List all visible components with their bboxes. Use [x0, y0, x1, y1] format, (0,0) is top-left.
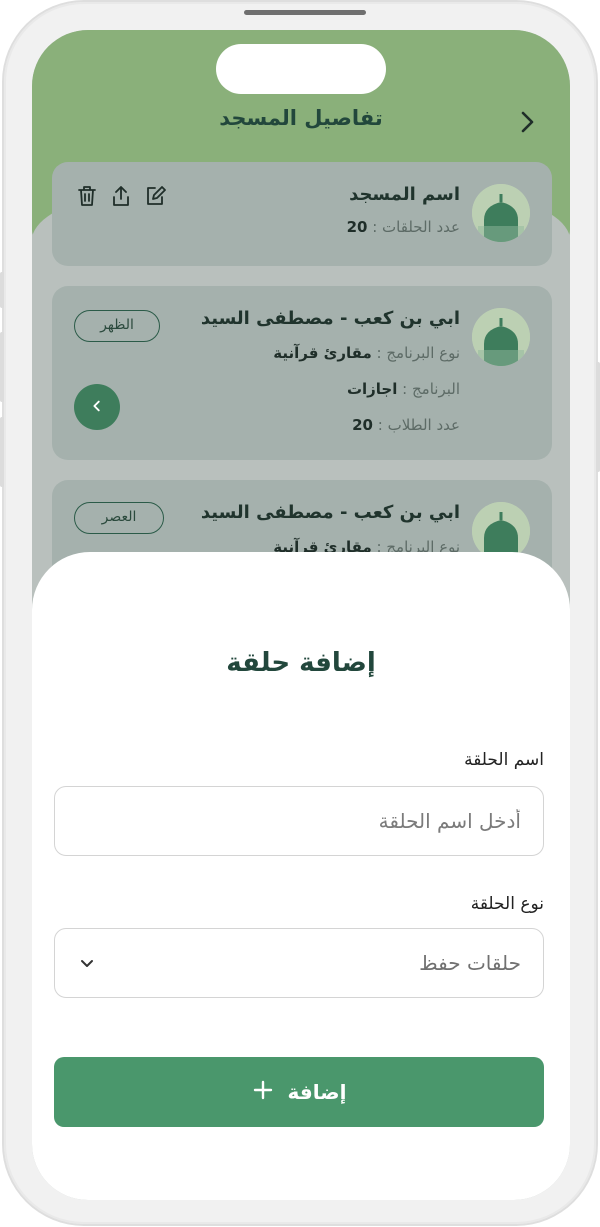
circle-type-value: حلقات حفظ	[419, 951, 521, 975]
circle-program-type: نوع البرنامج : مقارئ قرآنية	[273, 344, 460, 362]
chevron-right-icon[interactable]	[516, 108, 540, 136]
add-circle-button[interactable]: إضافة	[54, 1057, 544, 1127]
phone-power-button	[596, 362, 600, 472]
chevron-down-icon	[77, 953, 97, 973]
circle-title: ابي بن كعب - مصطفى السيد	[200, 308, 460, 329]
share-icon[interactable]	[110, 184, 132, 208]
circle-name-label: اسم الحلقة	[464, 750, 544, 770]
circle-title: ابي بن كعب - مصطفى السيد	[200, 502, 460, 523]
phone-volume-up	[0, 332, 4, 402]
sheet-title: إضافة حلقة	[226, 648, 376, 678]
students-value: 20	[352, 416, 373, 434]
program-type-value: مقارئ قرآنية	[273, 344, 372, 362]
page-title: تفاصيل المسجد	[219, 106, 383, 130]
mosque-actions	[76, 184, 166, 208]
circles-count-value: 20	[346, 218, 368, 236]
circle-students: عدد الطلاب : 20	[352, 416, 460, 434]
program-value: اجازات	[346, 380, 398, 398]
circle-time-badge: العصر	[74, 502, 164, 534]
circle-type-label: نوع الحلقة	[470, 894, 544, 914]
add-circle-sheet: إضافة حلقة اسم الحلقة نوع الحلقة حلقات ح…	[32, 552, 570, 1200]
mosque-icon	[472, 184, 530, 242]
edit-icon[interactable]	[144, 184, 166, 208]
phone-speaker	[244, 10, 366, 15]
circle-card[interactable]: ابي بن كعب - مصطفى السيد نوع البرنامج : …	[52, 286, 552, 460]
dynamic-island	[216, 44, 386, 94]
students-label: عدد الطلاب :	[377, 416, 460, 434]
app-screen: تفاصيل المسجد اسم المسجد عدد الحلقات : 2…	[32, 30, 570, 1200]
circle-name-input[interactable]	[77, 787, 521, 855]
circle-name-field	[54, 786, 544, 856]
mosque-icon	[472, 308, 530, 366]
phone-volume-down	[0, 417, 4, 487]
phone-side-button	[0, 272, 4, 308]
mosque-circles-count: عدد الحلقات : 20	[347, 218, 460, 236]
trash-icon[interactable]	[76, 184, 98, 208]
add-button-label: إضافة	[287, 1080, 347, 1104]
circle-type-select[interactable]: حلقات حفظ	[54, 928, 544, 998]
circle-program: البرنامج : اجازات	[347, 380, 460, 398]
circle-details-button[interactable]	[74, 384, 120, 430]
circles-count-label: عدد الحلقات :	[372, 218, 460, 236]
program-type-label: نوع البرنامج :	[376, 344, 460, 362]
plus-icon	[252, 1079, 274, 1106]
chevron-left-icon	[90, 398, 104, 417]
mosque-name: اسم المسجد	[349, 184, 460, 205]
program-label: البرنامج :	[402, 380, 460, 398]
mosque-card: اسم المسجد عدد الحلقات : 20	[52, 162, 552, 266]
circle-time-badge: الظهر	[74, 310, 160, 342]
